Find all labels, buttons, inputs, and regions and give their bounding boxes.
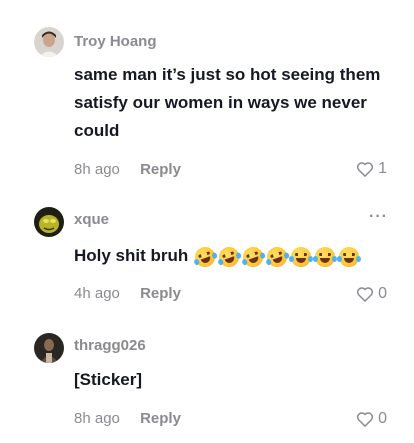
heart-icon: [357, 287, 374, 302]
comment-time: 8h ago: [74, 161, 120, 178]
like-count: 0: [378, 410, 387, 427]
like-button[interactable]: 0: [356, 285, 387, 303]
username[interactable]: thragg026: [74, 337, 146, 354]
comment-text: Holy shit bruh: [74, 242, 394, 270]
rolling-on-floor-laughing-icon: [264, 243, 291, 270]
comment-meta: 8h ago Reply: [74, 410, 181, 427]
tears-of-joy-icon: [313, 246, 338, 267]
like-button[interactable]: 1: [356, 160, 387, 178]
avatar[interactable]: [34, 333, 64, 363]
rolling-on-floor-laughing-icon: [240, 243, 267, 270]
username[interactable]: xque: [74, 211, 109, 228]
comment-text-body: Holy shit bruh: [74, 246, 189, 265]
comment-meta: 8h ago Reply: [74, 161, 181, 178]
reply-button[interactable]: Reply: [140, 285, 181, 302]
avatar[interactable]: [34, 207, 64, 237]
username[interactable]: Troy Hoang: [74, 33, 157, 50]
avatar[interactable]: [34, 27, 64, 57]
tears-of-joy-icon: [289, 246, 314, 267]
rolling-on-floor-laughing-icon: [216, 243, 243, 270]
comment-text: [Sticker]: [74, 370, 143, 389]
comment-meta: 4h ago Reply: [74, 285, 181, 302]
like-count: 1: [378, 160, 387, 177]
rolling-on-floor-laughing-icon: [192, 243, 219, 270]
like-count: 0: [378, 285, 387, 302]
reply-button[interactable]: Reply: [140, 410, 181, 427]
emoji-row: [192, 243, 362, 270]
more-options-button[interactable]: ···: [369, 208, 388, 226]
comment-time: 4h ago: [74, 285, 120, 302]
comment-time: 8h ago: [74, 410, 120, 427]
like-button[interactable]: 0: [356, 410, 387, 428]
tears-of-joy-icon: [337, 246, 362, 267]
heart-icon: [357, 162, 374, 177]
comment-text: same man it’s just so hot seeing them sa…: [74, 65, 381, 140]
heart-icon: [357, 412, 374, 427]
reply-button[interactable]: Reply: [140, 161, 181, 178]
